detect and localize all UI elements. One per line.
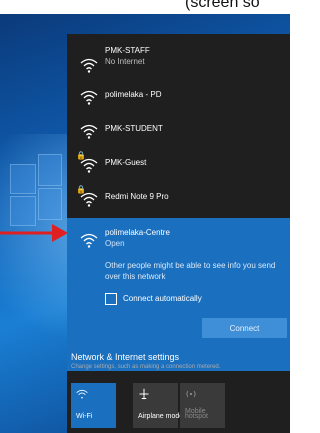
wifi-icon	[80, 58, 98, 73]
network-status: No Internet	[105, 57, 145, 66]
window-pane	[38, 188, 62, 220]
auto-connect-checkbox[interactable]	[105, 293, 117, 305]
network-item-pmk-student[interactable]: PMK-STUDENT	[67, 112, 290, 150]
network-name: PMK-STAFF	[105, 46, 150, 55]
network-status: Open	[105, 239, 125, 248]
network-item-polimelaka-centre[interactable]: polimelaka-Centre Open Other people migh…	[67, 218, 290, 371]
wifi-icon	[80, 90, 98, 105]
network-name: Redmi Note 9 Pro	[105, 192, 169, 201]
airplane-tile-label: Airplane mode	[138, 413, 184, 420]
hotspot-icon	[186, 390, 196, 398]
wifi-icon	[80, 192, 98, 207]
network-flyout: PMK-STAFF No Internet polimelaka - PD PM…	[67, 34, 290, 433]
red-arrow-icon	[0, 224, 68, 242]
auto-connect-label: Connect automatically	[123, 294, 202, 303]
network-item-pmk-guest[interactable]: 🔒 PMK-Guest	[67, 146, 290, 184]
hotspot-tile-label-line2: hotspot	[185, 413, 208, 420]
wifi-tile-label: Wi-Fi	[76, 413, 93, 420]
network-item-redmi-note-9-pro[interactable]: 🔒 Redmi Note 9 Pro	[67, 180, 290, 218]
network-name: PMK-STUDENT	[105, 124, 163, 133]
top-text: (screen so	[185, 0, 260, 11]
airplane-mode-tile[interactable]: Airplane mode	[133, 383, 183, 428]
window-pane	[10, 164, 36, 194]
network-name: polimelaka - PD	[105, 90, 162, 99]
airplane-icon	[139, 388, 149, 400]
network-settings-subtitle: Change settings, such as making a connec…	[71, 364, 221, 370]
network-name: polimelaka-Centre	[105, 228, 170, 237]
top-strip: (screen so	[0, 0, 290, 14]
network-item-polimelaka-pd[interactable]: polimelaka - PD	[67, 78, 290, 116]
wifi-icon	[80, 124, 98, 139]
wifi-icon	[76, 389, 88, 399]
security-warning: Other people might be able to see info y…	[105, 261, 276, 281]
connect-button[interactable]: Connect	[202, 318, 287, 338]
wifi-icon	[80, 233, 98, 248]
wifi-tile[interactable]: Wi-Fi	[71, 383, 116, 428]
window-pane	[38, 154, 62, 186]
network-name: PMK-Guest	[105, 158, 147, 167]
wifi-icon	[80, 158, 98, 173]
network-settings-link[interactable]: Network & Internet settings	[71, 352, 179, 362]
mobile-hotspot-tile[interactable]: Mobile hotspot	[180, 383, 225, 428]
